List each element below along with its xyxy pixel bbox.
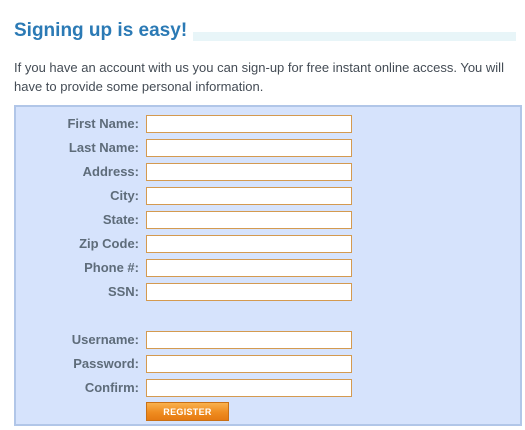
username-row: Username: — [16, 330, 520, 350]
phone-input[interactable] — [146, 259, 352, 277]
username-label: Username: — [71, 332, 139, 347]
phone-label: Phone #: — [84, 260, 139, 275]
intro-text: If you have an account with us you can s… — [14, 60, 504, 94]
signup-page: Signing up is easy! If you have an accou… — [0, 0, 525, 430]
first-name-row: First Name: — [16, 114, 520, 134]
last-name-input[interactable] — [146, 139, 352, 157]
username-input[interactable] — [146, 331, 352, 349]
zip-code-label: Zip Code: — [79, 236, 139, 251]
city-input[interactable] — [146, 187, 352, 205]
first-name-label: First Name: — [67, 116, 139, 131]
state-row: State: — [16, 210, 520, 230]
confirm-row: Confirm: — [16, 378, 520, 398]
confirm-label: Confirm: — [84, 380, 139, 395]
city-row: City: — [16, 186, 520, 206]
ssn-input[interactable] — [146, 283, 352, 301]
password-label: Password: — [73, 356, 139, 371]
last-name-row: Last Name: — [16, 138, 520, 158]
zip-code-row: Zip Code: — [16, 234, 520, 254]
password-input[interactable] — [146, 355, 352, 373]
city-label: City: — [110, 188, 139, 203]
first-name-input[interactable] — [146, 115, 352, 133]
confirm-password-input[interactable] — [146, 379, 352, 397]
state-input[interactable] — [146, 211, 352, 229]
zip-code-input[interactable] — [146, 235, 352, 253]
address-label: Address: — [82, 164, 139, 179]
last-name-label: Last Name: — [68, 140, 139, 155]
page-title: Signing up is easy! — [14, 19, 194, 43]
phone-row: Phone #: — [16, 258, 520, 278]
address-row: Address: — [16, 162, 520, 182]
address-input[interactable] — [146, 163, 352, 181]
state-label: State: — [102, 212, 139, 227]
ssn-label: SSN: — [107, 284, 139, 299]
signup-form: First Name: Last Name: Address: City: St… — [14, 105, 522, 426]
password-row: Password: — [16, 354, 520, 374]
ssn-row: SSN: — [16, 282, 520, 302]
register-button[interactable]: REGISTER — [146, 402, 229, 421]
